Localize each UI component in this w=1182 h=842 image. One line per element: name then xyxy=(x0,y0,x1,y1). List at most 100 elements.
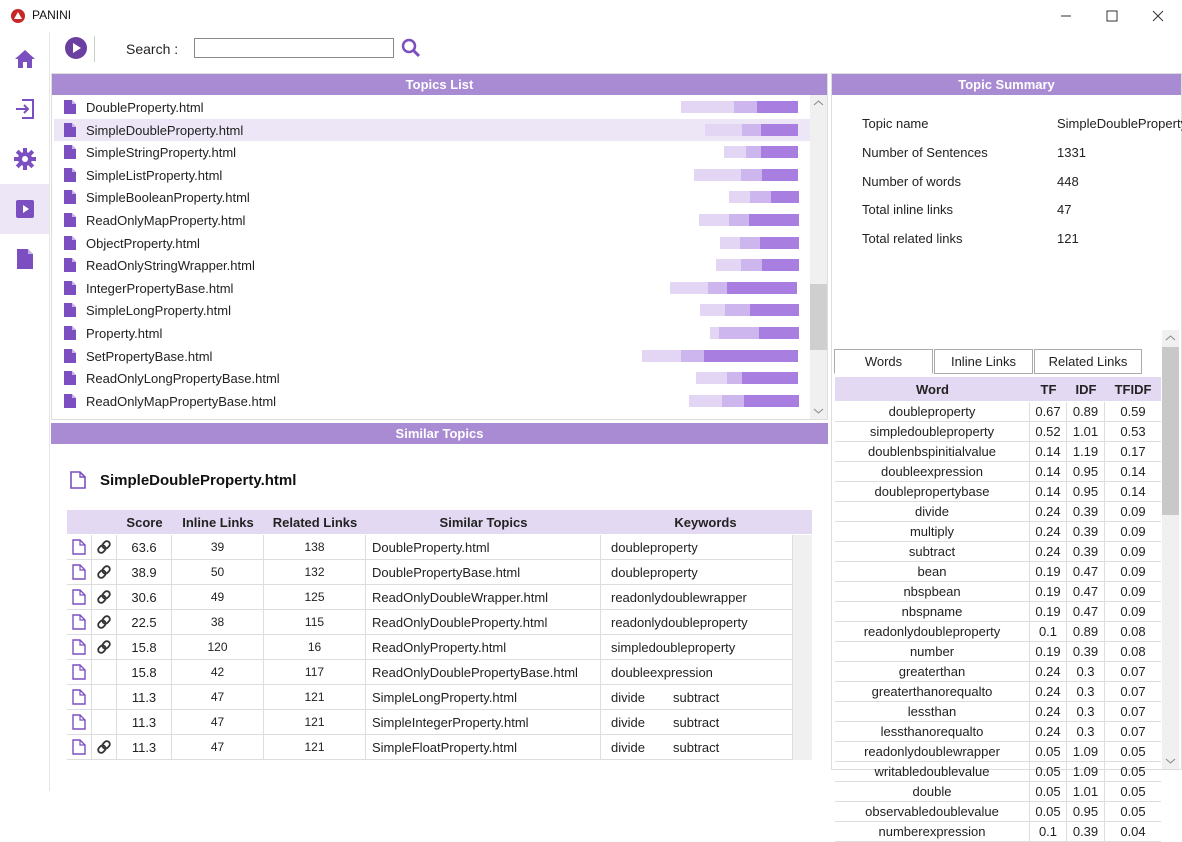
column-header-word[interactable]: Word xyxy=(835,382,1030,397)
tab-words[interactable]: Words xyxy=(834,349,933,374)
column-header-related-links[interactable]: Related Links xyxy=(264,515,366,530)
similar-topic-cell[interactable]: ReadOnlyDoublePropertyBase.html xyxy=(366,660,601,685)
link-cell[interactable] xyxy=(92,610,117,635)
table-row[interactable]: greaterthanorequalto 0.24 0.3 0.07 xyxy=(835,682,1161,702)
similar-topic-cell[interactable]: ReadOnlyDoubleProperty.html xyxy=(366,610,601,635)
topic-list-item[interactable]: IntegerPropertyBase.html xyxy=(54,277,810,299)
table-row[interactable]: number 0.19 0.39 0.08 xyxy=(835,642,1161,662)
column-header-inline-links[interactable]: Inline Links xyxy=(172,515,264,530)
inline-links-cell: 47 xyxy=(172,735,264,760)
file-cell[interactable] xyxy=(67,685,92,710)
sidebar-item-settings[interactable] xyxy=(0,134,49,184)
file-cell[interactable] xyxy=(67,610,92,635)
sidebar-item-home[interactable] xyxy=(0,34,49,84)
table-row[interactable]: 11.3 47 121 SimpleFloatProperty.html divide s… xyxy=(67,735,812,760)
link-cell[interactable] xyxy=(92,635,117,660)
search-input[interactable] xyxy=(194,38,394,58)
maximize-button[interactable] xyxy=(1089,0,1135,32)
link-cell[interactable] xyxy=(92,560,117,585)
file-cell[interactable] xyxy=(67,560,92,585)
file-cell[interactable] xyxy=(67,735,92,760)
link-cell[interactable] xyxy=(92,685,117,710)
table-row[interactable]: doubleproperty 0.67 0.89 0.59 xyxy=(835,402,1161,422)
topics-scrollbar-thumb[interactable] xyxy=(810,284,827,350)
table-row[interactable]: nbspbean 0.19 0.47 0.09 xyxy=(835,582,1161,602)
table-row[interactable]: readonlydoubleproperty 0.1 0.89 0.08 xyxy=(835,622,1161,642)
table-row[interactable]: 38.9 50 132 DoublePropertyBase.html doublepr… xyxy=(67,560,812,585)
table-row[interactable]: divide 0.24 0.39 0.09 xyxy=(835,502,1161,522)
table-row[interactable]: 22.5 38 115 ReadOnlyDoubleProperty.html read… xyxy=(67,610,812,635)
table-row[interactable]: readonlydoublewrapper 0.05 1.09 0.05 xyxy=(835,742,1161,762)
table-row[interactable]: lessthanorequalto 0.24 0.3 0.07 xyxy=(835,722,1161,742)
column-header-idf[interactable]: IDF xyxy=(1067,382,1105,397)
file-cell[interactable] xyxy=(67,710,92,735)
topic-list-item[interactable]: ReadOnlyStringWrapper.html xyxy=(54,254,810,276)
table-row[interactable]: multiply 0.24 0.39 0.09 xyxy=(835,522,1161,542)
link-cell[interactable] xyxy=(92,585,117,610)
topic-list-item[interactable]: SimpleListProperty.html xyxy=(54,164,810,186)
topic-list-item[interactable]: DoubleProperty.html xyxy=(54,96,810,118)
minimize-button[interactable] xyxy=(1043,0,1089,32)
table-row[interactable]: doubleexpression 0.14 0.95 0.14 xyxy=(835,462,1161,482)
table-row[interactable]: nbspname 0.19 0.47 0.09 xyxy=(835,602,1161,622)
table-row[interactable]: writabledoublevalue 0.05 1.09 0.05 xyxy=(835,762,1161,782)
file-cell[interactable] xyxy=(67,635,92,660)
tab-inline-links[interactable]: Inline Links xyxy=(934,349,1033,374)
file-cell[interactable] xyxy=(67,535,92,560)
link-cell[interactable] xyxy=(92,535,117,560)
column-header-similar-topics[interactable]: Similar Topics xyxy=(366,515,601,530)
topic-list-item[interactable]: ReadOnlyLongPropertyBase.html xyxy=(54,367,810,389)
sidebar-item-document[interactable] xyxy=(0,234,49,284)
sidebar-item-play[interactable] xyxy=(0,184,49,234)
sidebar-item-import[interactable] xyxy=(0,84,49,134)
table-row[interactable]: 11.3 47 121 SimpleIntegerProperty.html divid… xyxy=(67,710,812,735)
table-row[interactable]: observabledoublevalue 0.05 0.95 0.05 xyxy=(835,802,1161,822)
close-button[interactable] xyxy=(1135,0,1181,32)
topic-list-item[interactable]: Property.html xyxy=(54,322,810,344)
table-row[interactable]: 11.3 47 121 SimpleLongProperty.html divide su… xyxy=(67,685,812,710)
run-button[interactable] xyxy=(65,37,87,59)
topics-scrollbar[interactable] xyxy=(810,95,827,419)
table-row[interactable]: subtract 0.24 0.39 0.09 xyxy=(835,542,1161,562)
topic-list-item[interactable]: ReadOnlyMapProperty.html xyxy=(54,209,810,231)
similar-topic-cell[interactable]: ReadOnlyProperty.html xyxy=(366,635,601,660)
similar-topic-cell[interactable]: ReadOnlyDoubleWrapper.html xyxy=(366,585,601,610)
column-header-tf[interactable]: TF xyxy=(1030,382,1067,397)
table-row[interactable]: double 0.05 1.01 0.05 xyxy=(835,782,1161,802)
file-cell[interactable] xyxy=(67,585,92,610)
file-cell[interactable] xyxy=(67,660,92,685)
similar-topic-cell[interactable]: DoublePropertyBase.html xyxy=(366,560,601,585)
topic-list-item[interactable]: SetPropertyBase.html xyxy=(54,345,810,367)
link-cell[interactable] xyxy=(92,735,117,760)
column-header-keywords[interactable]: Keywords xyxy=(601,515,810,530)
link-cell[interactable] xyxy=(92,710,117,735)
table-row[interactable]: greaterthan 0.24 0.3 0.07 xyxy=(835,662,1161,682)
topic-list-item[interactable]: SimpleBooleanProperty.html xyxy=(54,186,810,208)
table-row[interactable]: 30.6 49 125 ReadOnlyDoubleWrapper.html reado… xyxy=(67,585,812,610)
link-cell[interactable] xyxy=(92,660,117,685)
table-row[interactable]: numberexpression 0.1 0.39 0.04 xyxy=(835,822,1161,842)
topic-list-item[interactable]: ObjectProperty.html xyxy=(54,232,810,254)
search-button[interactable] xyxy=(401,38,421,58)
topic-list-item[interactable]: SimpleStringProperty.html xyxy=(54,141,810,163)
similar-topics-header: Similar Topics xyxy=(51,423,828,444)
topic-list-item[interactable]: SimpleLongProperty.html xyxy=(54,299,810,321)
similar-topic-cell[interactable]: SimpleIntegerProperty.html xyxy=(366,710,601,735)
topic-list-item[interactable]: ReadOnlyMapPropertyBase.html xyxy=(54,390,810,412)
column-header-tfidf[interactable]: TFIDF xyxy=(1105,382,1161,397)
similar-topic-cell[interactable]: SimpleFloatProperty.html xyxy=(366,735,601,760)
table-row[interactable]: 15.8 120 16 ReadOnlyProperty.html simpledoub… xyxy=(67,635,812,660)
table-row[interactable]: simpledoubleproperty 0.52 1.01 0.53 xyxy=(835,422,1161,442)
table-row[interactable]: 15.8 42 117 ReadOnlyDoublePropertyBase.html… xyxy=(67,660,812,685)
table-row[interactable]: bean 0.19 0.47 0.09 xyxy=(835,562,1161,582)
table-row[interactable]: lessthan 0.24 0.3 0.07 xyxy=(835,702,1161,722)
table-row[interactable]: doublenbspinitialvalue 0.14 1.19 0.17 xyxy=(835,442,1161,462)
table-row[interactable]: 63.6 39 138 DoubleProperty.html doubleproper… xyxy=(67,535,812,560)
topic-list-item[interactable]: SimpleDoubleProperty.html xyxy=(54,118,810,141)
similar-topic-cell[interactable]: DoubleProperty.html xyxy=(366,535,601,560)
column-header-score[interactable]: Score xyxy=(117,515,172,530)
similar-topic-cell[interactable]: SimpleLongProperty.html xyxy=(366,685,601,710)
table-row[interactable]: doublepropertybase 0.14 0.95 0.14 xyxy=(835,482,1161,502)
words-scrollbar-thumb[interactable] xyxy=(1162,347,1179,515)
tab-related-links[interactable]: Related Links xyxy=(1034,349,1142,374)
